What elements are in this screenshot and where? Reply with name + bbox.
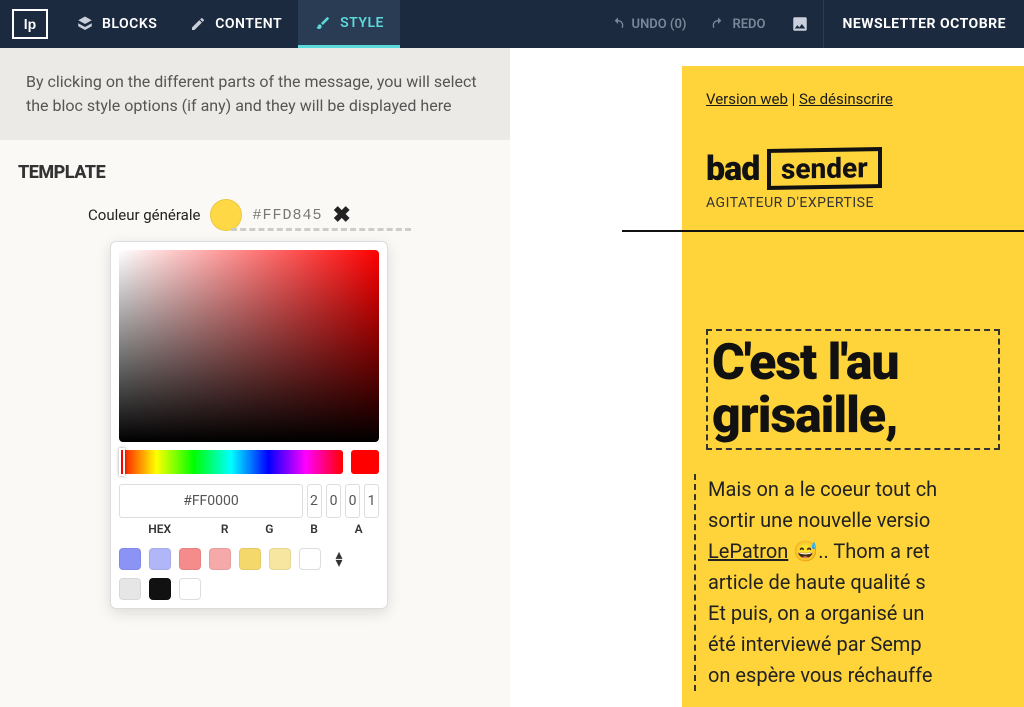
unsubscribe-link[interactable]: Se désinscrire (799, 90, 893, 108)
a-input[interactable] (364, 484, 379, 518)
headline-line-2: grisaille, (712, 390, 998, 443)
tab-blocks-label: BLOCKS (102, 16, 157, 32)
image-button[interactable] (777, 15, 823, 33)
document-name: NEWSLETTER OCTOBRE (824, 16, 1024, 32)
preview-panel: Version web | Se désinscrire bad sender … (510, 48, 1024, 707)
preset-swatch[interactable] (149, 578, 171, 600)
r-label: R (204, 522, 245, 536)
r-input[interactable] (307, 484, 322, 518)
color-preview (351, 450, 379, 474)
g-label: G (249, 522, 290, 536)
color-picker: HEX R G B A ▴▾ (110, 241, 388, 609)
preset-swatch[interactable] (269, 548, 291, 570)
hex-input[interactable] (119, 484, 303, 518)
hex-label: HEX (119, 522, 200, 536)
redo-label: REDO (732, 17, 765, 32)
sidebar: By clicking on the different parts of th… (0, 48, 510, 707)
preset-swatch[interactable] (299, 548, 321, 570)
brand-tagline: AGITATEUR D'EXPERTISE (706, 195, 1000, 211)
close-icon[interactable]: ✖ (332, 203, 350, 228)
tab-content[interactable]: CONTENT (173, 0, 298, 48)
tab-style[interactable]: STYLE (298, 0, 400, 48)
sv-panel[interactable] (119, 250, 379, 442)
top-links: Version web | Se désinscrire (706, 90, 1000, 108)
hue-handle[interactable] (119, 448, 125, 476)
template-heading: TEMPLATE (0, 140, 510, 193)
redo-icon (710, 16, 726, 32)
a-label: A (338, 522, 379, 536)
undo-button[interactable]: UNDO (0) (598, 16, 699, 32)
tab-content-label: CONTENT (215, 16, 282, 32)
property-label: Couleur générale (88, 206, 200, 224)
pencil-icon (189, 15, 207, 33)
preset-swatch[interactable] (179, 578, 201, 600)
version-web-link[interactable]: Version web (706, 90, 788, 108)
body-link[interactable]: LePatron (708, 539, 788, 563)
logo[interactable]: lp (12, 9, 48, 39)
swatch-row-2 (119, 578, 379, 600)
swatch-row-1: ▴▾ (119, 548, 379, 570)
headline-line-1: C'est l'au (712, 337, 998, 390)
topbar: lp BLOCKS CONTENT STYLE UNDO (0) REDO NE… (0, 0, 1024, 48)
swatch-pager[interactable]: ▴▾ (329, 551, 349, 568)
color-hex: #FFD845 (252, 207, 322, 224)
redo-button[interactable]: REDO (698, 16, 777, 32)
undo-label: UNDO (0) (632, 17, 687, 32)
brand-right: sender (767, 147, 882, 190)
preset-swatch[interactable] (119, 548, 141, 570)
tab-style-label: STYLE (340, 15, 384, 31)
color-swatch[interactable] (210, 199, 242, 231)
preset-swatch[interactable] (239, 548, 261, 570)
preset-swatch[interactable] (179, 548, 201, 570)
tab-blocks[interactable]: BLOCKS (60, 0, 173, 48)
brand: bad sender (706, 148, 1000, 189)
headline-block[interactable]: C'est l'au grisaille, (706, 329, 1000, 450)
horizontal-rule (622, 230, 1024, 232)
hint-text: By clicking on the different parts of th… (0, 48, 510, 140)
undo-icon (610, 16, 626, 32)
g-input[interactable] (326, 484, 341, 518)
b-label: B (294, 522, 335, 536)
preset-swatch[interactable] (149, 548, 171, 570)
preset-swatch[interactable] (209, 548, 231, 570)
hue-slider[interactable] (119, 450, 343, 474)
preset-swatch[interactable] (119, 578, 141, 600)
blocks-icon (76, 15, 94, 33)
brush-icon (314, 14, 332, 32)
email-canvas[interactable]: Version web | Se désinscrire bad sender … (682, 66, 1024, 707)
body-text[interactable]: Mais on a le coeur tout ch sortir une no… (694, 474, 1000, 691)
brand-left: bad (706, 149, 759, 189)
b-input[interactable] (345, 484, 360, 518)
